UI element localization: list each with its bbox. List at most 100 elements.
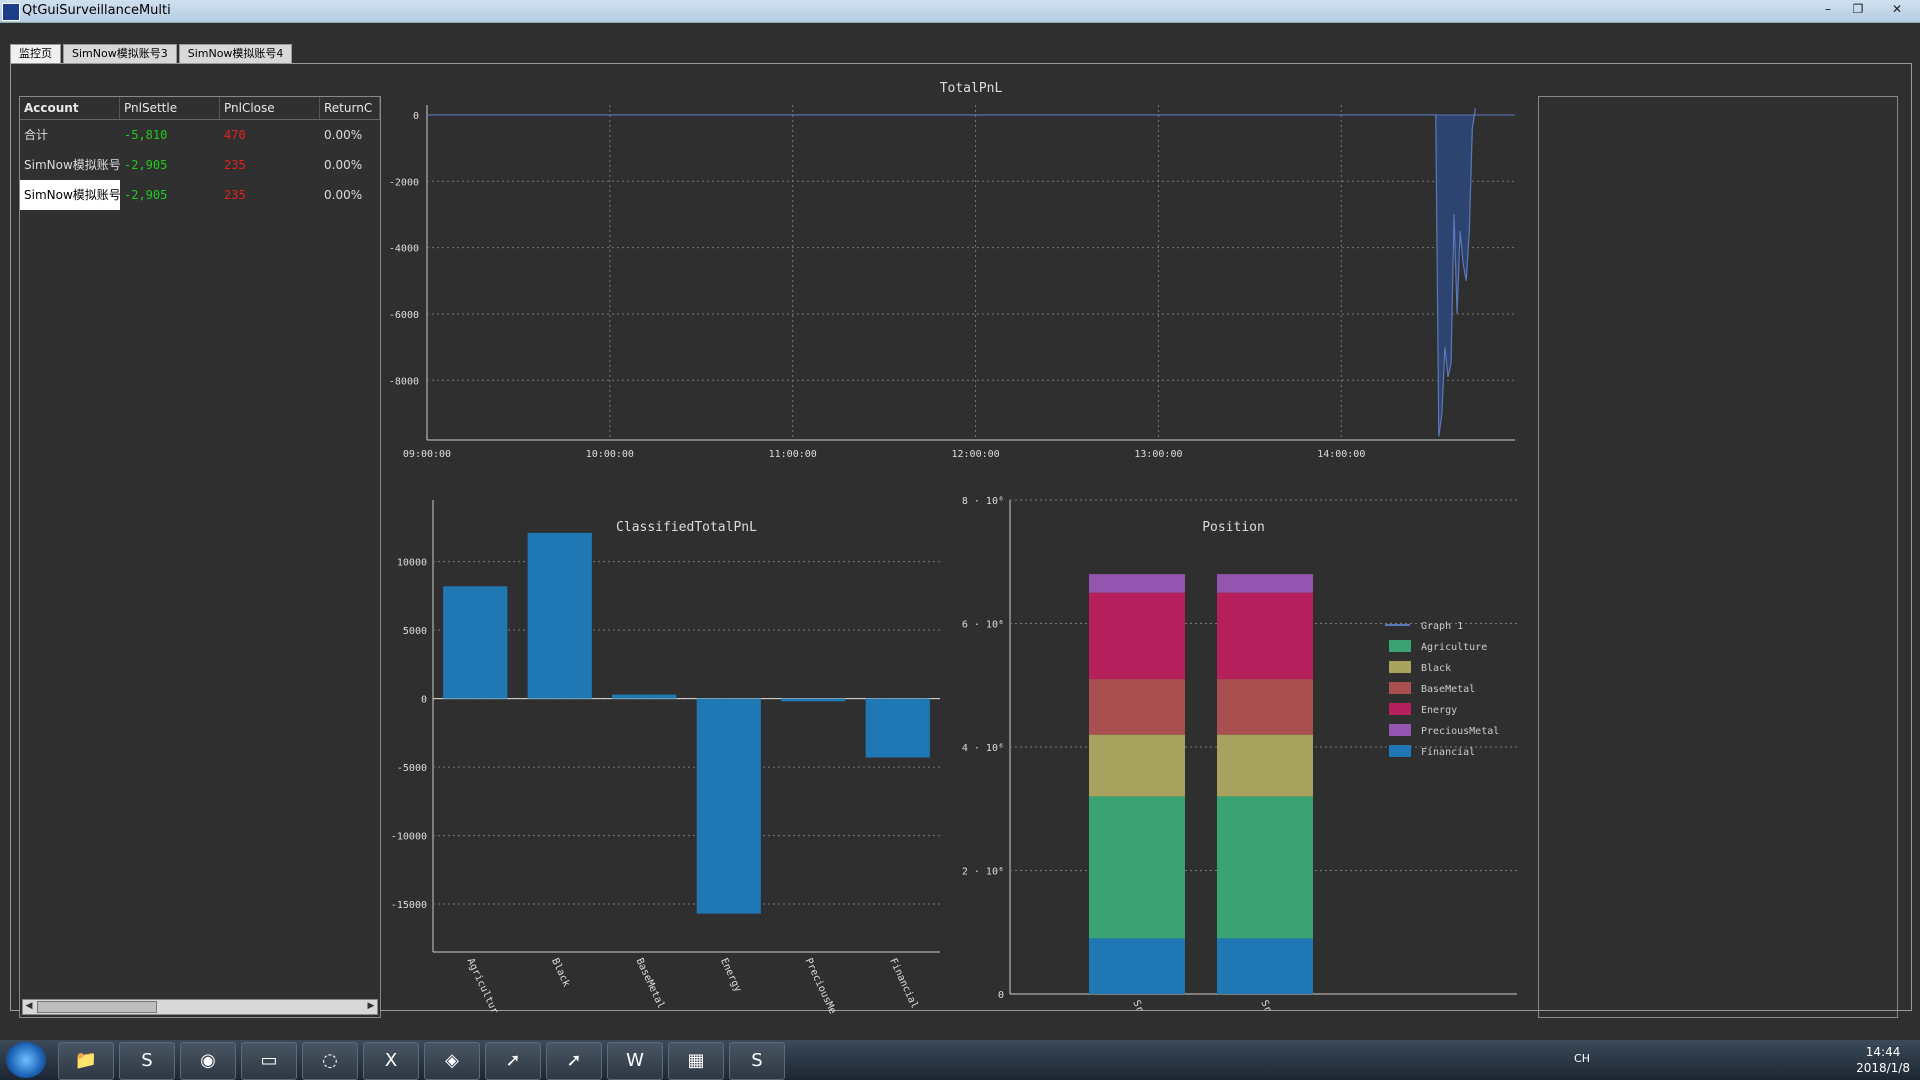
classified-pnl-chart: ClassifiedTotalPnL 10000 5000 0 -5000 -10000 -… bbox=[391, 500, 940, 1016]
legend-swatch bbox=[1389, 640, 1411, 652]
language-indicator[interactable]: CH bbox=[1574, 1052, 1590, 1065]
horizontal-scrollbar[interactable]: ◀ ▶ bbox=[22, 999, 378, 1015]
cell-pnlsettle: -2,905 bbox=[124, 158, 168, 172]
folder-icon[interactable]: 📁 bbox=[58, 1042, 114, 1080]
charts-area: TotalPnL 0 -2000 -4000 -6000 -8000 09:00:00 10:… bbox=[389, 81, 1517, 1016]
x-tick-label: 11:00:00 bbox=[769, 449, 817, 460]
stacked-bar-segment bbox=[1089, 796, 1185, 939]
y-tick-label: -8000 bbox=[389, 376, 419, 387]
stacked-bar-segment bbox=[1089, 938, 1185, 994]
chart-title: Position bbox=[1202, 520, 1265, 535]
start-button[interactable] bbox=[6, 1042, 46, 1078]
tab-simnow-3[interactable]: SimNow模拟账号3 bbox=[63, 44, 177, 64]
y-tick-label: 2 · 10⁶ bbox=[962, 867, 1004, 878]
y-tick-label: 5000 bbox=[403, 626, 427, 637]
wps-icon[interactable]: W bbox=[607, 1042, 663, 1080]
main-window: 监控页 SimNow模拟账号3 SimNow模拟账号4 Account PnlS… bbox=[0, 23, 1920, 1040]
clock[interactable]: 14:44 2018/1/8 bbox=[1856, 1044, 1910, 1076]
tab-monitor[interactable]: 监控页 bbox=[10, 44, 61, 64]
bar bbox=[696, 698, 761, 914]
stacked-bar-segment bbox=[1217, 734, 1313, 797]
sublime-icon[interactable]: S bbox=[729, 1042, 785, 1080]
scroll-right-icon[interactable]: ▶ bbox=[365, 1000, 377, 1012]
x-tick-label: Agricultur bbox=[465, 957, 500, 1016]
y-tick-label: 6 · 10⁶ bbox=[962, 620, 1004, 631]
clock-date: 2018/1/8 bbox=[1856, 1061, 1910, 1075]
y-tick-label: 4 · 10⁶ bbox=[962, 743, 1004, 754]
legend-entry: PreciousMetal bbox=[1421, 726, 1499, 737]
bar bbox=[612, 694, 677, 699]
stacked-bar-segment bbox=[1217, 574, 1313, 593]
bar bbox=[865, 698, 930, 758]
legend-entry: Black bbox=[1421, 663, 1451, 674]
wechat-icon[interactable]: ◌ bbox=[302, 1042, 358, 1080]
window-titlebar: QtGuiSurveillanceMulti – ❐ ✕ bbox=[0, 0, 1920, 23]
totalpnl-chart: TotalPnL 0 -2000 -4000 -6000 -8000 09:00:00 10:… bbox=[389, 81, 1515, 460]
excel-icon[interactable]: X bbox=[363, 1042, 419, 1080]
table-row[interactable]: SimNow模拟账号3 -2,905 235 0.00% bbox=[20, 150, 380, 180]
table-row[interactable]: SimNow模拟账号4 -2,905 235 0.00% bbox=[20, 180, 380, 210]
legend-entry: Graph 1 bbox=[1421, 621, 1463, 632]
column-header-account[interactable]: Account bbox=[20, 97, 120, 119]
trader-icon[interactable]: ➚ bbox=[485, 1042, 541, 1080]
restore-button[interactable]: ❐ bbox=[1844, 0, 1872, 18]
y-tick-label: 10000 bbox=[397, 558, 427, 569]
stacked-bar-segment bbox=[1089, 592, 1185, 680]
y-tick-label: 0 bbox=[413, 111, 419, 122]
y-tick-label: -6000 bbox=[389, 310, 419, 321]
window-title: QtGuiSurveillanceMulti bbox=[22, 3, 171, 18]
app-icon[interactable]: ◈ bbox=[424, 1042, 480, 1080]
scroll-left-icon[interactable]: ◀ bbox=[23, 1000, 35, 1012]
column-header-pnlsettle[interactable]: PnlSettle bbox=[120, 97, 220, 119]
stacked-bar-segment bbox=[1217, 592, 1313, 680]
stacked-bar-segment bbox=[1089, 574, 1185, 593]
y-tick-label: -5000 bbox=[397, 763, 427, 774]
y-tick-label: -10000 bbox=[391, 832, 427, 843]
x-tick-label: 09:00:00 bbox=[403, 449, 451, 460]
y-tick-label: -15000 bbox=[391, 900, 427, 911]
taskbar: 📁 S ◉ ▭ ◌ X ◈ ➚ ➚ W ▦ S CH 14:44 2018/1/8 bbox=[0, 1040, 1920, 1080]
stacked-bar-segment bbox=[1089, 734, 1185, 797]
cell-pnlclose: 235 bbox=[224, 158, 246, 172]
cell-pnlsettle: -5,810 bbox=[124, 128, 168, 142]
x-tick-label: Black bbox=[549, 957, 572, 989]
stacked-bar-segment bbox=[1217, 679, 1313, 735]
tab-simnow-4[interactable]: SimNow模拟账号4 bbox=[178, 44, 293, 64]
x-tick-label: 10:00:00 bbox=[586, 449, 634, 460]
x-tick-label: BaseMetal bbox=[634, 957, 667, 1011]
legend-swatch bbox=[1389, 682, 1411, 694]
x-tick-label: Sr bbox=[1258, 999, 1273, 1015]
cell-return: 0.00% bbox=[324, 158, 363, 172]
close-button[interactable]: ✕ bbox=[1874, 0, 1920, 18]
table-row[interactable]: 合计 -5,810 470 0.00% bbox=[20, 120, 380, 150]
x-tick-label: Energy bbox=[718, 957, 743, 994]
terminal-icon[interactable]: ▭ bbox=[241, 1042, 297, 1080]
y-tick-label: 8 · 10⁶ bbox=[962, 496, 1004, 507]
x-tick-label: 14:00:00 bbox=[1317, 449, 1365, 460]
image-icon[interactable]: ▦ bbox=[668, 1042, 724, 1080]
x-tick-label: PreciousMe bbox=[803, 957, 838, 1016]
area-fill bbox=[427, 108, 1476, 437]
stacked-bar-segment bbox=[1217, 938, 1313, 994]
scrollbar-thumb[interactable] bbox=[37, 1001, 157, 1013]
series-line bbox=[427, 108, 1476, 437]
legend-entry: BaseMetal bbox=[1421, 684, 1475, 695]
x-tick-label: Sr bbox=[1130, 999, 1145, 1015]
column-header-return[interactable]: ReturnC bbox=[320, 97, 380, 119]
clock-time: 14:44 bbox=[1865, 1045, 1901, 1059]
legend-swatch bbox=[1389, 703, 1411, 715]
chart-title: ClassifiedTotalPnL bbox=[616, 520, 757, 535]
x-tick-label: 13:00:00 bbox=[1134, 449, 1182, 460]
account-table[interactable]: Account PnlSettle PnlClose ReturnC 合计 -5… bbox=[19, 96, 381, 1018]
y-tick-label: 0 bbox=[421, 695, 427, 706]
bar bbox=[527, 532, 592, 699]
position-chart: Position 0 2 · 10⁶ 4 · 10⁶ 6 · 10⁶ 8 · 10⁶ Sr S… bbox=[962, 496, 1517, 1014]
stacked-bar-segment bbox=[1089, 679, 1185, 735]
minimize-button[interactable]: – bbox=[1814, 0, 1842, 18]
chrome-icon[interactable]: ◉ bbox=[180, 1042, 236, 1080]
y-tick-label: -4000 bbox=[389, 244, 419, 255]
s-browser-icon[interactable]: S bbox=[119, 1042, 175, 1080]
column-header-pnlclose[interactable]: PnlClose bbox=[220, 97, 320, 119]
chart-title: TotalPnL bbox=[940, 81, 1003, 96]
trader-icon[interactable]: ➚ bbox=[546, 1042, 602, 1080]
